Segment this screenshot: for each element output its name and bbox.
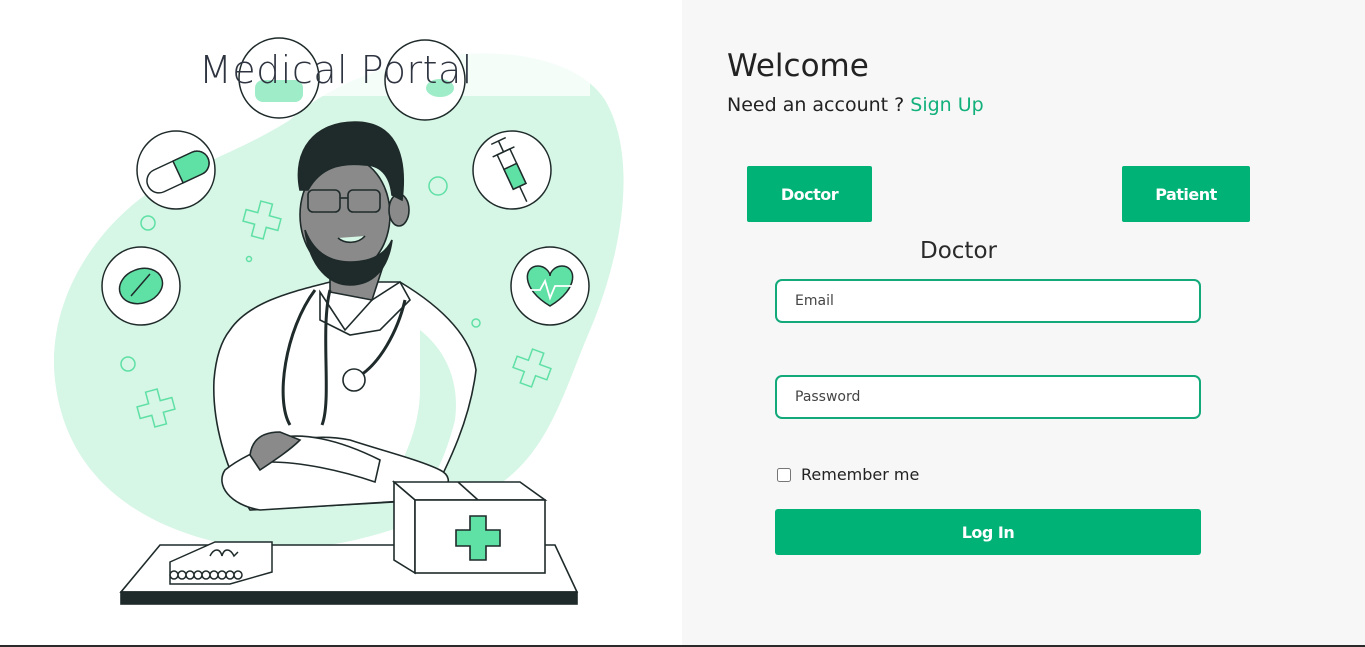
doctor-role-button[interactable]: Doctor [747,166,872,222]
signup-link[interactable]: Sign Up [910,94,983,116]
syringe-icon [472,130,552,210]
illustration-panel: Medical Portal [0,0,682,645]
app-title: Medical Portal [199,48,473,92]
login-button[interactable]: Log In [775,509,1201,555]
login-panel: Welcome Need an account ? Sign Up Doctor… [682,0,1365,645]
remember-me-label: Remember me [801,465,920,484]
remember-me[interactable]: Remember me [777,465,919,484]
form-heading: Doctor [682,238,1235,264]
pill-icon [101,246,181,326]
first-aid-box-icon [391,480,548,575]
signup-prompt-text: Need an account ? [727,94,911,116]
welcome-heading: Welcome [727,48,869,84]
patient-role-button[interactable]: Patient [1122,166,1250,222]
remember-me-checkbox[interactable] [777,467,791,482]
capsule-icon [136,130,216,210]
email-input[interactable] [775,279,1201,323]
doctor-illustration [53,37,624,605]
heart-pulse-icon [510,246,590,326]
password-input[interactable] [775,375,1201,419]
signup-prompt: Need an account ? Sign Up [727,94,984,116]
selected-role-label: Doctor [920,238,997,264]
